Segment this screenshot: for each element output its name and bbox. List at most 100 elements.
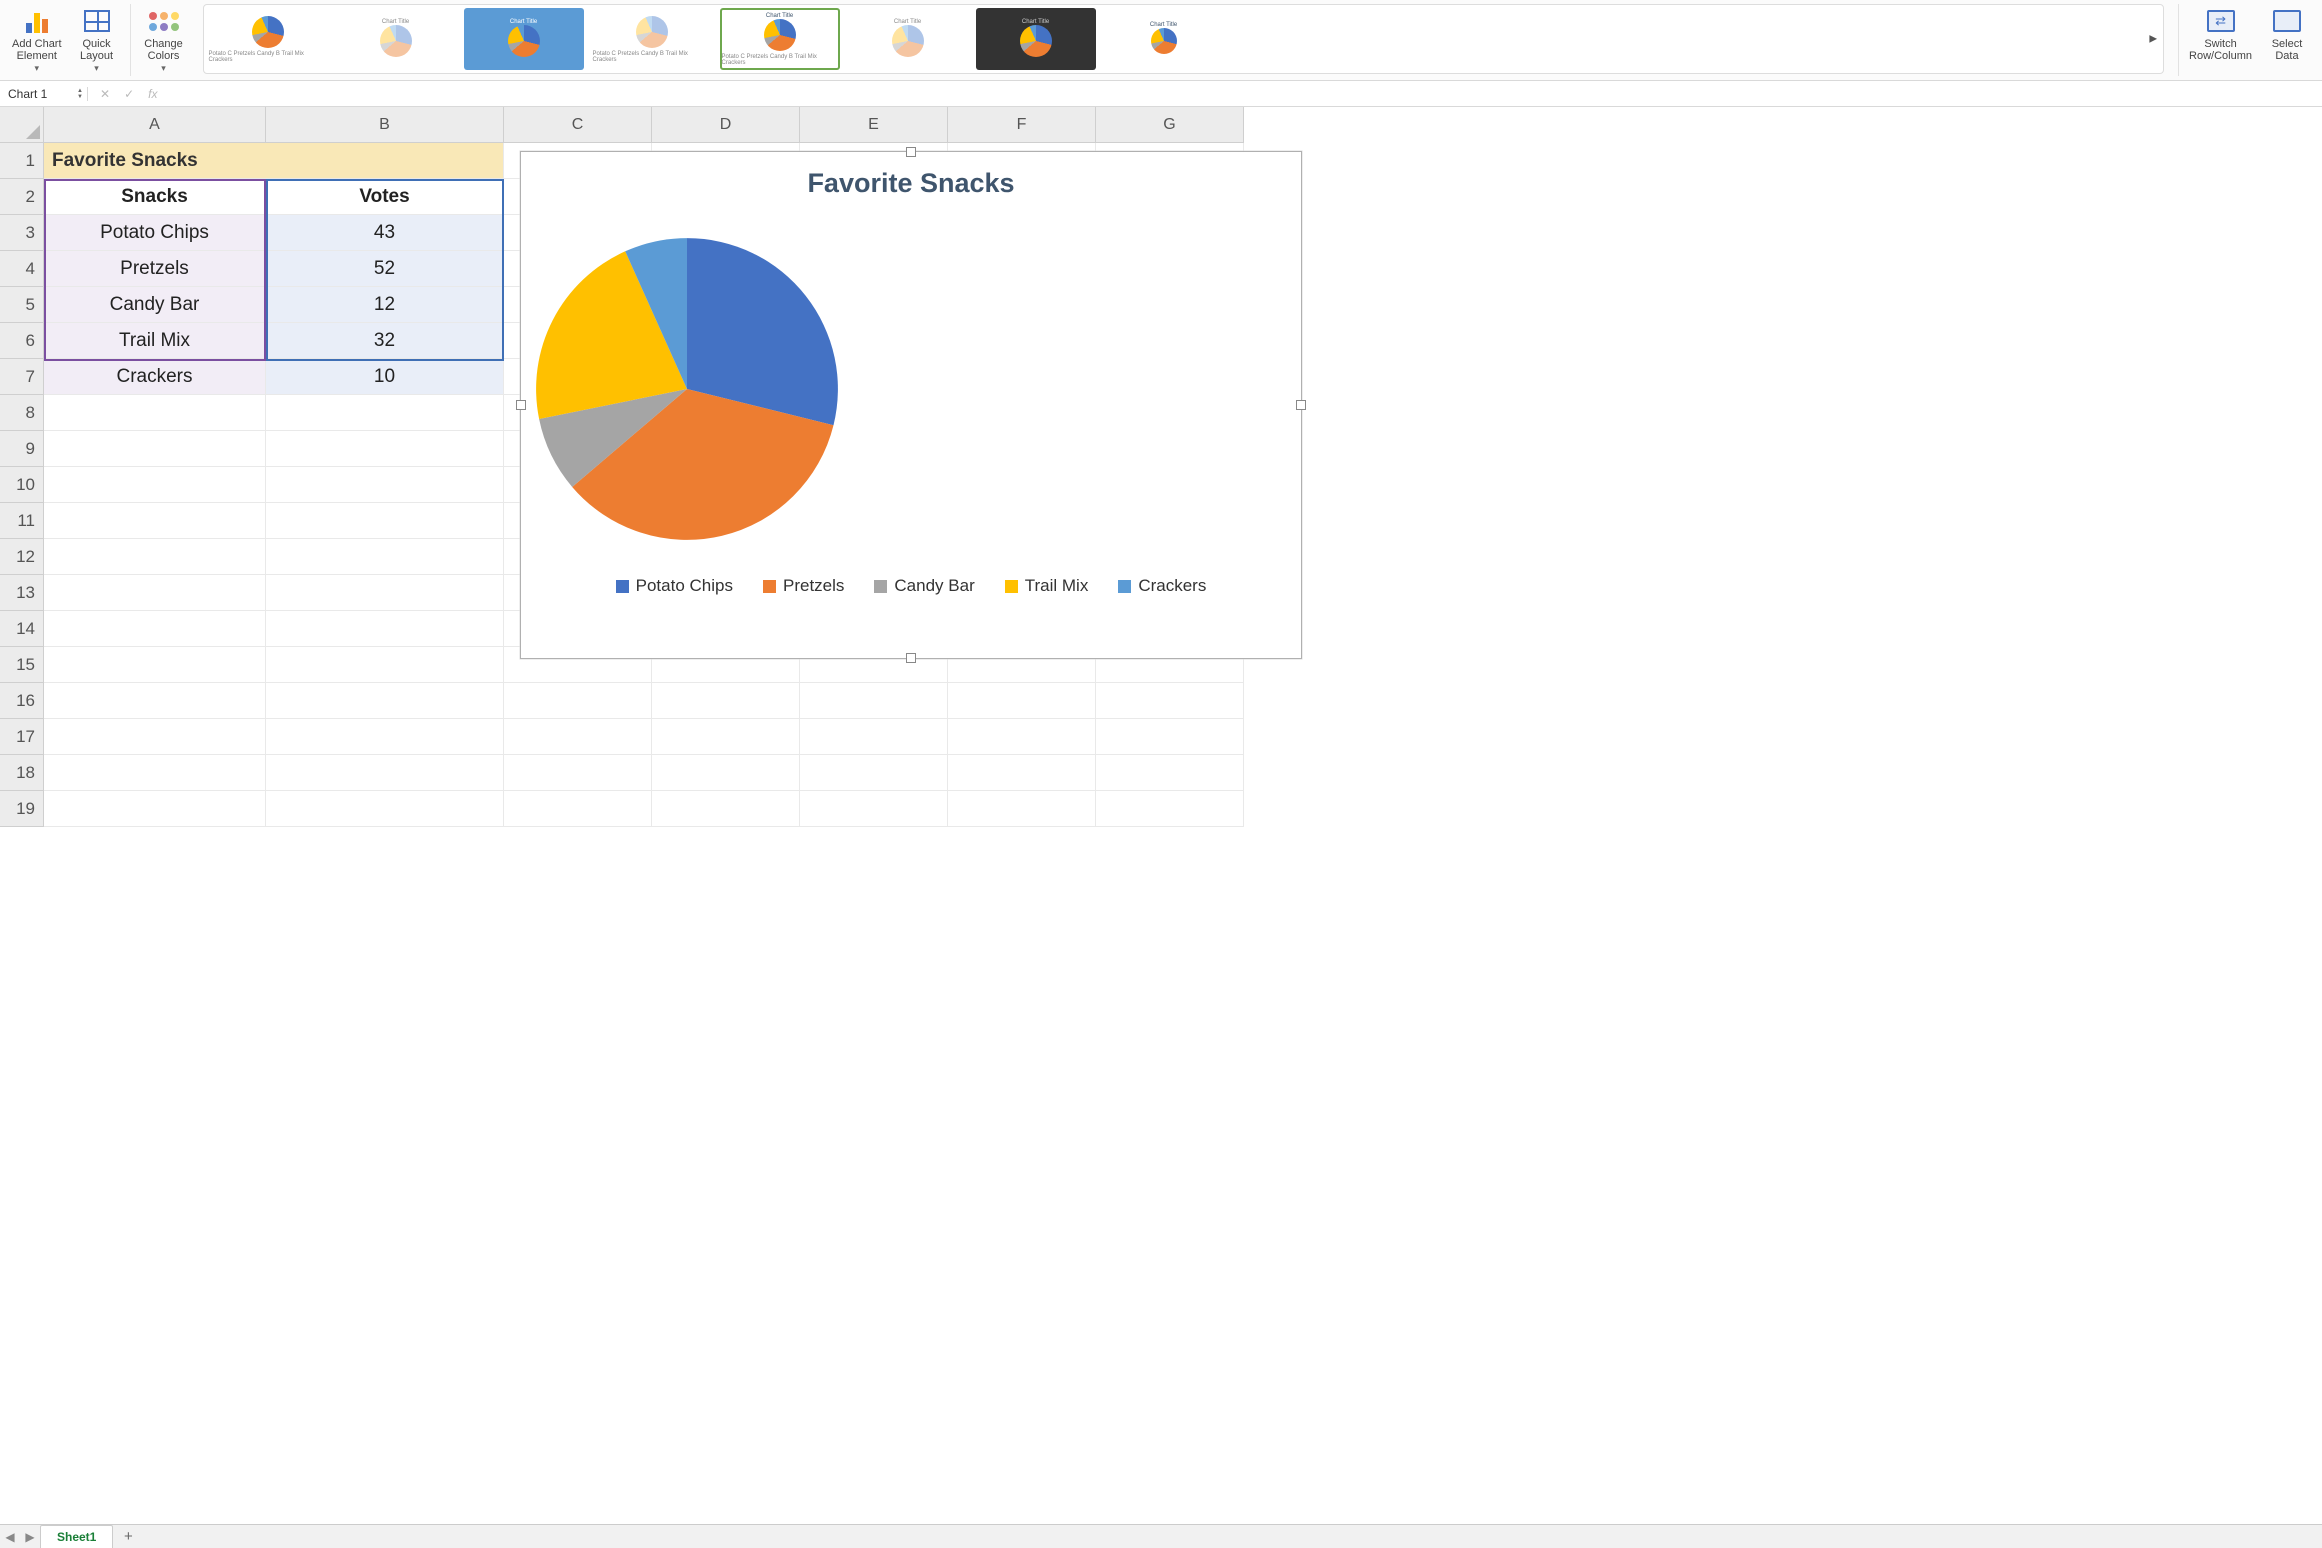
cell[interactable] [504, 719, 652, 755]
chart-title[interactable]: Favorite Snacks [521, 152, 1301, 199]
cell[interactable] [44, 539, 266, 575]
row-header[interactable]: 10 [0, 467, 44, 503]
cell[interactable] [652, 755, 800, 791]
cell[interactable] [44, 791, 266, 827]
chart-style-3[interactable]: Chart Title [464, 8, 584, 70]
tab-nav-next-icon[interactable]: ▶ [20, 1530, 40, 1544]
cell[interactable]: 12 [266, 287, 504, 323]
cell[interactable] [44, 431, 266, 467]
row-header[interactable]: 17 [0, 719, 44, 755]
chart-style-2[interactable]: Chart Title [336, 8, 456, 70]
cell[interactable] [504, 683, 652, 719]
col-header[interactable]: F [948, 107, 1096, 143]
cell[interactable] [652, 683, 800, 719]
cell[interactable] [266, 647, 504, 683]
cell[interactable] [266, 431, 504, 467]
row-header[interactable]: 16 [0, 683, 44, 719]
cell[interactable] [800, 755, 948, 791]
name-box[interactable]: Chart 1 ▲▼ [0, 87, 88, 101]
cell[interactable]: 43 [266, 215, 504, 251]
row-header[interactable]: 6 [0, 323, 44, 359]
row-header[interactable]: 12 [0, 539, 44, 575]
cell[interactable] [948, 755, 1096, 791]
cell[interactable] [1096, 719, 1244, 755]
sheet-tab-active[interactable]: Sheet1 [40, 1525, 113, 1548]
cell[interactable]: Pretzels [44, 251, 266, 287]
col-header[interactable]: E [800, 107, 948, 143]
row-header[interactable]: 19 [0, 791, 44, 827]
row-header[interactable]: 7 [0, 359, 44, 395]
cell[interactable] [266, 503, 504, 539]
cell[interactable]: Candy Bar [44, 287, 266, 323]
chart-style-1[interactable]: Potato C Pretzels Candy B Trail Mix Crac… [208, 8, 328, 70]
cell[interactable]: Favorite Snacks [44, 143, 504, 179]
cell[interactable] [266, 467, 504, 503]
add-chart-element-button[interactable]: Add ChartElement▾ [6, 4, 68, 76]
cell[interactable] [266, 719, 504, 755]
cell[interactable] [266, 539, 504, 575]
col-header[interactable]: G [1096, 107, 1244, 143]
cell[interactable] [266, 611, 504, 647]
cell[interactable] [1096, 683, 1244, 719]
row-header[interactable]: 15 [0, 647, 44, 683]
cancel-icon[interactable]: ✕ [100, 87, 110, 101]
cell[interactable] [948, 791, 1096, 827]
cell[interactable] [44, 683, 266, 719]
cell[interactable] [44, 647, 266, 683]
cell[interactable] [800, 719, 948, 755]
cell[interactable] [266, 683, 504, 719]
legend-item[interactable]: Potato Chips [616, 576, 733, 596]
col-header[interactable]: C [504, 107, 652, 143]
chart-style-5-selected[interactable]: Chart Title Potato C Pretzels Candy B Tr… [720, 8, 840, 70]
cell[interactable] [948, 683, 1096, 719]
cell[interactable]: Snacks [44, 179, 266, 215]
cell[interactable] [800, 791, 948, 827]
row-header[interactable]: 1 [0, 143, 44, 179]
embedded-pie-chart[interactable]: Favorite Snacks Potato ChipsPretzelsCand… [520, 151, 1302, 659]
resize-handle-right[interactable] [1296, 400, 1306, 410]
row-header[interactable]: 4 [0, 251, 44, 287]
legend-item[interactable]: Trail Mix [1005, 576, 1089, 596]
cell[interactable] [948, 719, 1096, 755]
cell[interactable] [44, 719, 266, 755]
resize-handle-left[interactable] [516, 400, 526, 410]
cell[interactable] [44, 755, 266, 791]
cell[interactable] [44, 575, 266, 611]
cell[interactable] [652, 719, 800, 755]
cell[interactable]: 32 [266, 323, 504, 359]
cell[interactable]: 10 [266, 359, 504, 395]
row-header[interactable]: 11 [0, 503, 44, 539]
enter-icon[interactable]: ✓ [124, 87, 134, 101]
cell[interactable] [44, 395, 266, 431]
chart-style-4[interactable]: Potato C Pretzels Candy B Trail Mix Crac… [592, 8, 712, 70]
row-header[interactable]: 3 [0, 215, 44, 251]
cell[interactable] [1096, 755, 1244, 791]
gallery-more-icon[interactable]: ▶ [2149, 34, 2157, 45]
row-header[interactable]: 18 [0, 755, 44, 791]
row-header[interactable]: 8 [0, 395, 44, 431]
change-colors-button[interactable]: ChangeColors▾ [135, 4, 193, 76]
formula-input[interactable] [169, 87, 2322, 101]
cell[interactable]: Votes [266, 179, 504, 215]
cell[interactable] [44, 503, 266, 539]
row-header[interactable]: 13 [0, 575, 44, 611]
fx-icon[interactable]: fx [148, 87, 157, 101]
add-sheet-button[interactable]: + [115, 1528, 141, 1545]
legend-item[interactable]: Candy Bar [874, 576, 974, 596]
cell[interactable] [266, 791, 504, 827]
legend-item[interactable]: Crackers [1118, 576, 1206, 596]
row-header[interactable]: 5 [0, 287, 44, 323]
cell[interactable]: 52 [266, 251, 504, 287]
cell[interactable] [266, 395, 504, 431]
cell[interactable]: Potato Chips [44, 215, 266, 251]
cell[interactable] [504, 791, 652, 827]
cell[interactable] [1096, 791, 1244, 827]
cell[interactable] [266, 575, 504, 611]
pie-plot-area[interactable] [521, 223, 853, 555]
col-header[interactable]: A [44, 107, 266, 143]
col-header[interactable]: D [652, 107, 800, 143]
row-header[interactable]: 14 [0, 611, 44, 647]
cell[interactable] [504, 755, 652, 791]
chart-style-6[interactable]: Chart Title [848, 8, 968, 70]
resize-handle-bottom[interactable] [906, 653, 916, 663]
